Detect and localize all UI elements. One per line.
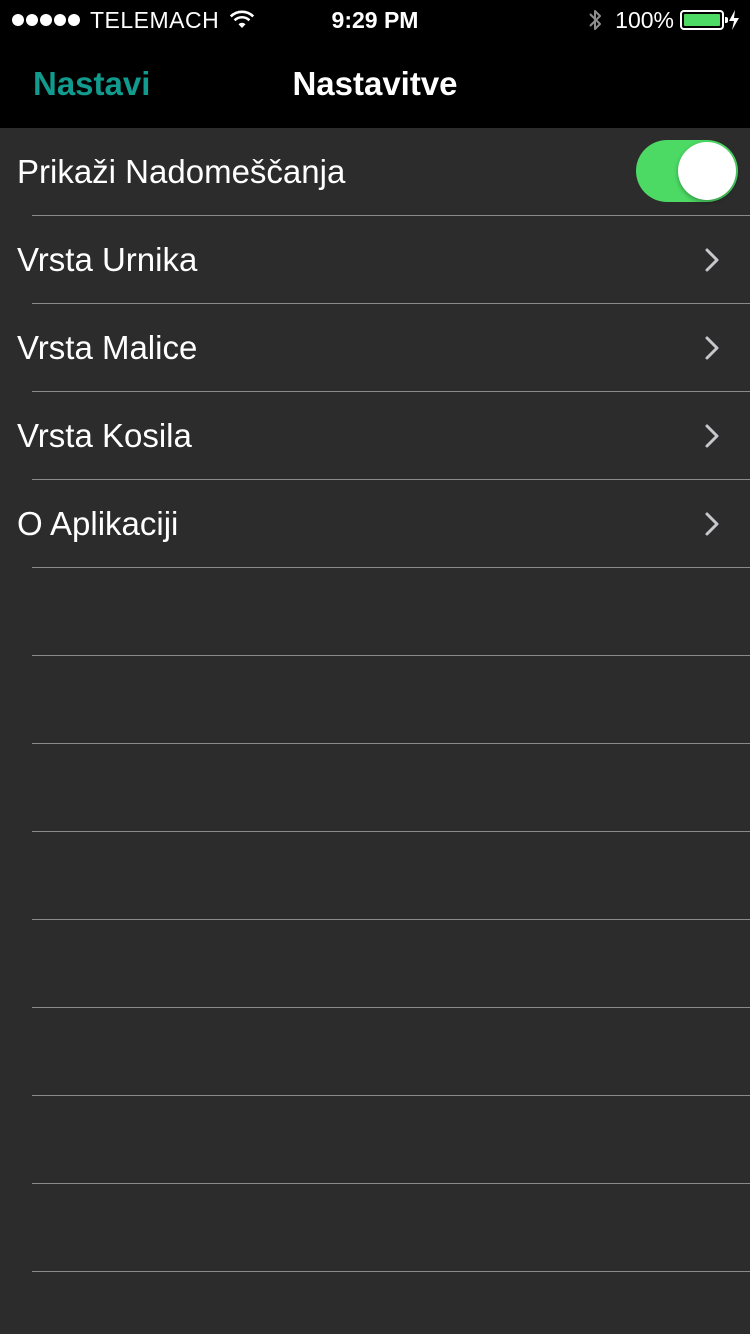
settings-row-label: Vrsta Urnika <box>17 241 198 278</box>
settings-row-label: O Aplikaciji <box>17 505 179 542</box>
bluetooth-icon <box>589 10 602 30</box>
settings-row-lunch-type[interactable]: Vrsta Kosila <box>0 392 750 480</box>
back-button[interactable]: Nastavi <box>33 40 150 128</box>
signal-dots-icon <box>12 14 82 26</box>
empty-row <box>0 1096 750 1184</box>
status-bar: TELEMACH 9:29 PM 100% <box>0 0 750 40</box>
status-bar-right: 100% <box>587 0 740 40</box>
empty-row <box>0 568 750 656</box>
charging-icon <box>729 10 739 30</box>
chevron-right-icon <box>705 336 719 360</box>
empty-row <box>0 1008 750 1096</box>
wifi-icon <box>230 10 255 28</box>
empty-row <box>0 1184 750 1272</box>
settings-row-about[interactable]: O Aplikaciji <box>0 480 750 568</box>
settings-row-label: Vrsta Kosila <box>17 417 192 454</box>
settings-row-substitutions: Prikaži Nadomeščanja <box>0 128 750 216</box>
settings-row-label: Vrsta Malice <box>17 329 198 366</box>
battery-percent: 100% <box>615 6 674 33</box>
empty-row <box>0 1272 750 1334</box>
navigation-bar: Nastavi Nastavitve <box>0 40 750 128</box>
chevron-right-icon <box>705 512 719 536</box>
chevron-right-icon <box>705 248 719 272</box>
substitutions-toggle[interactable] <box>636 140 738 202</box>
toggle-knob <box>678 142 736 200</box>
empty-row <box>0 920 750 1008</box>
empty-row <box>0 744 750 832</box>
settings-row-schedule-type[interactable]: Vrsta Urnika <box>0 216 750 304</box>
chevron-right-icon <box>705 424 719 448</box>
battery-icon <box>680 10 728 30</box>
settings-row-snack-type[interactable]: Vrsta Malice <box>0 304 750 392</box>
carrier-name: TELEMACH <box>90 6 220 33</box>
settings-list: Prikaži Nadomeščanja Vrsta Urnika Vrsta … <box>0 128 750 1334</box>
status-bar-left: TELEMACH <box>12 0 255 40</box>
settings-row-label: Prikaži Nadomeščanja <box>17 153 346 190</box>
empty-row <box>0 832 750 920</box>
empty-row <box>0 656 750 744</box>
